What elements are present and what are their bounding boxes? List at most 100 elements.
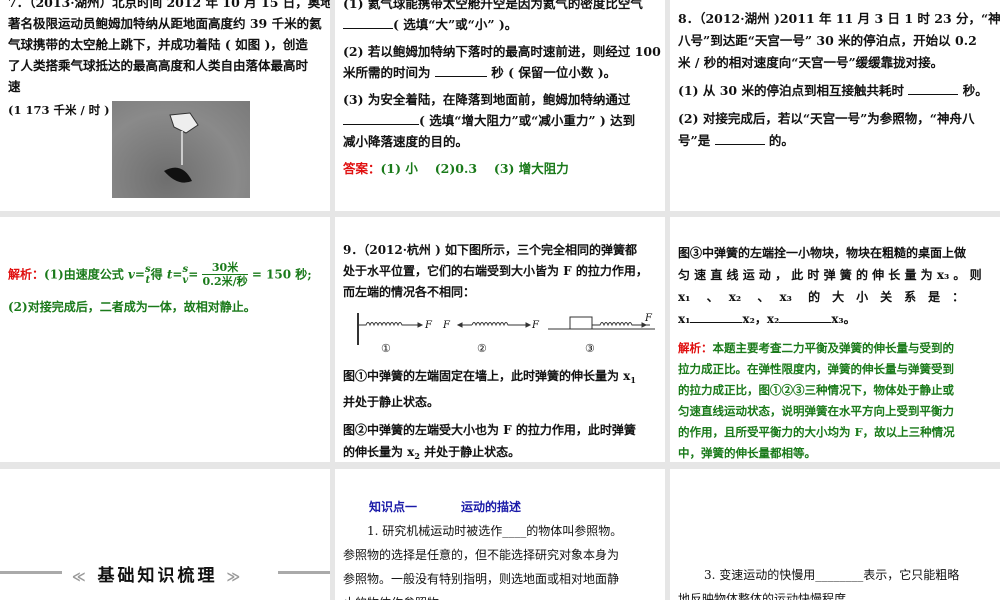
answer-blank[interactable]: [690, 311, 743, 323]
text-line: 图③中弹簧的左端拴一小物块，物块在粗糙的桌面上做: [678, 246, 967, 260]
analysis-text: 解析：本题主要考查二力平衡及弹簧的伸长量与受到的 拉力成正比。在弹性限度内，弹簧…: [678, 338, 955, 462]
num: 30米: [211, 261, 239, 274]
text: x₂，x₂: [742, 312, 780, 326]
text-line: 处于水平位置，它们的右端受到大小皆为 F 的拉力作用，: [343, 264, 648, 278]
text-line: x₁ 、 x₂ 、 x₃ 的 大 小 关 系 是 ：: [678, 290, 965, 304]
force-label: F: [425, 320, 432, 331]
text-line: 参照物。一般没有特别指明，则选地面或相对地面静: [343, 572, 620, 586]
text-line: 解析：本题主要考查二力平衡及弹簧的伸长量与受到的: [678, 338, 955, 359]
chevron-right-icon: ≫: [226, 570, 244, 585]
q8-text: 8．（2012·湖州 )2011 年 11 月 3 日 1 时 23 分，“神舟…: [678, 8, 1000, 152]
text: =: [188, 267, 199, 282]
knowledge-heading: 知识点一 运动的描述: [369, 497, 521, 518]
q9-text: 9．（2012·杭州 ) 如下图所示，三个完全相同的弹簧都 处于水平位置，它们的…: [343, 240, 648, 303]
slide-q9-analysis[interactable]: 图③中弹簧的左端拴一小物块，物块在粗糙的桌面上做 匀 速 直 线 运 动 ， 此…: [670, 217, 1000, 462]
heading-number: 知识点一: [369, 500, 418, 514]
text: 的伸长量为 x: [343, 445, 415, 459]
text-line: 中，弹簧的伸长量都相等。: [678, 446, 816, 460]
text-line: 的伸长量为 x2 并处于静止状态。: [343, 441, 636, 462]
parachute-photo: [112, 101, 250, 198]
text-line: 匀速直线运动状态，说明弹簧在水平方向上受到平衡力: [678, 404, 954, 418]
text-line: 地反映物体整体的运动快慢程度。: [678, 592, 859, 600]
text: ( 选填“增大阻力”或“减小重力” ) 达到: [419, 113, 636, 128]
text: 本题主要考查二力平衡及弹簧的伸长量与受到的: [712, 341, 955, 355]
text-line: 8．（2012·湖州 )2011 年 11 月 3 日 1 时 23 分，“神舟: [678, 11, 1000, 26]
answer-blank[interactable]: [714, 133, 765, 145]
text: (1)由速度公式: [44, 267, 124, 282]
answer-blank[interactable]: [908, 83, 959, 95]
figure-label: ①: [381, 342, 391, 355]
fraction-value: 30米 0.2米/秒: [202, 261, 248, 289]
slide-q8-analysis[interactable]: 解析：(1)由速度公式 v=s t得 t=s v= 30米 0.2米/秒 = 150 …: [0, 217, 330, 462]
text-line: 减小降落速度的目的。: [343, 134, 469, 149]
analysis-label: 解析：: [678, 341, 713, 355]
slide-knowledge-3[interactable]: 3. 变速运动的快慢用________表示，它只能粗略 地反映物体整体的运动快慢…: [670, 469, 1000, 600]
text-line: (1) 从 30 米的停泊点到相互接触共耗时 秒。: [678, 80, 1000, 102]
force-label: F: [532, 320, 539, 331]
text-line: 号”是 的。: [678, 130, 1000, 152]
text: x₁: [678, 312, 691, 326]
title-text: 基础知识梳理: [97, 566, 218, 586]
answer-line: 答案：(1) 小 (2)0.3 (3) 增大阻力: [343, 158, 661, 179]
text-line: 拉力成正比。在弹性限度内，弹簧的伸长量与弹簧受到: [678, 362, 954, 376]
den: t: [145, 275, 151, 286]
text-line: 3. 变速运动的快慢用________表示，它只能粗略: [704, 568, 960, 582]
text-line: 著名极限运动员鲍姆加特纳从距地面高度约 39 千米的氦: [8, 16, 322, 31]
subscript: 1: [630, 375, 636, 385]
analysis-line: (2)对接完成后，二者成为一体，故相对静止。: [8, 300, 256, 314]
text: 秒。: [962, 83, 988, 98]
text-line: (1) 氦气球能携带太空舱升空是因为氦气的密度比空气: [343, 0, 643, 11]
slide-knowledge-1[interactable]: 知识点一 运动的描述 1. 研究机械运动时被选作____的物体叫参照物。 参照物的…: [335, 469, 665, 600]
divider-left: [0, 571, 62, 574]
knowledge-text: 1. 研究机械运动时被选作____的物体叫参照物。 参照物的选择是任意的，但不能…: [343, 519, 622, 600]
text-line: (3) 为安全着陆，在降落到地面前，鲍姆加特纳通过: [343, 92, 631, 107]
text-line: 1. 研究机械运动时被选作____的物体叫参照物。: [367, 524, 623, 538]
answer-blank[interactable]: [434, 65, 487, 77]
text: 图①中弹簧的左端固定在墙上，此时弹簧的伸长量为 x: [343, 369, 631, 383]
q9-figure-text: 图①中弹簧的左端固定在墙上，此时弹簧的伸长量为 x1 并处于静止状态。 图②中弹…: [343, 365, 636, 462]
force-label: F: [443, 320, 450, 331]
text: ( 选填“大”或“小” )。: [393, 17, 518, 32]
text: 得: [150, 267, 163, 282]
text: x₃。: [831, 312, 856, 326]
text-line: 7．（2013·湖州）北京时间 2012 年 10 月 15 日，奥地利: [8, 0, 330, 10]
text-line: 了人类搭乘气球抵达的最高高度和人类自由落体最高时: [8, 58, 309, 73]
analysis-label: 解析：: [8, 267, 45, 282]
text: 米所需的时间为: [343, 65, 431, 80]
slide-q8[interactable]: 8．（2012·湖州 )2011 年 11 月 3 日 1 时 23 分，“神舟…: [670, 0, 1000, 211]
slide-q7[interactable]: 7．（2013·湖州）北京时间 2012 年 10 月 15 日，奥地利 著名极…: [0, 0, 330, 211]
text-line: (2) 若以鲍姆加特纳下落时的最高时速前进，则经过 100: [343, 44, 661, 59]
chevron-left-icon: ≪: [72, 570, 89, 585]
text-line: 八号”到达距“天宫一号” 30 米的停泊点，开始以 0.2: [678, 33, 977, 48]
text: (1) 从 30 米的停泊点到相互接触共耗时: [678, 83, 904, 98]
text: =: [134, 267, 145, 282]
slide-section-title[interactable]: ≪ 基础知识梳理 ≫: [0, 469, 330, 600]
slide-q7-parts[interactable]: (1) 氦气球能携带太空舱升空是因为氦气的密度比空气 ( 选填“大”或“小” )…: [335, 0, 665, 211]
var-v: v: [127, 267, 135, 282]
answer-blank[interactable]: [343, 17, 393, 29]
text-line: ( 选填“增大阻力”或“减小重力” ) 达到: [343, 110, 661, 131]
heading-title: 运动的描述: [461, 500, 522, 514]
answer: (3) 增大阻力: [493, 161, 569, 176]
text-line: 并处于静止状态。: [343, 395, 440, 409]
text-line: 匀 速 直 线 运 动 ， 此 时 弹 簧 的 伸 长 量 为 x₃ 。 则: [678, 268, 982, 282]
answer-label: 答案：: [343, 161, 381, 176]
text: 号”是: [678, 133, 711, 148]
text-line: 图②中弹簧的左端受大小也为 F 的拉力作用，此时弹簧: [343, 423, 636, 437]
answer: (1) 小: [380, 161, 418, 176]
slide-q9[interactable]: 9．（2012·杭州 ) 如下图所示，三个完全相同的弹簧都 处于水平位置，它们的…: [335, 217, 665, 462]
text-line: ( 选填“大”或“小” )。: [343, 14, 661, 35]
text-line: 止的物体作参照物。: [343, 591, 622, 600]
q7-text: 7．（2013·湖州）北京时间 2012 年 10 月 15 日，奥地利 著名极…: [8, 0, 330, 97]
text-line: 米 / 秒的相对速度向“天宫一号”缓缓靠拢对接。: [678, 55, 944, 70]
knowledge-text: 3. 变速运动的快慢用________表示，它只能粗略 地反映物体整体的运动快慢…: [678, 563, 959, 600]
text-line: 的拉力成正比，图①②③三种情况下，物体处于静止或: [678, 383, 954, 397]
text-line: 9．（2012·杭州 ) 如下图所示，三个完全相同的弹簧都: [343, 243, 637, 257]
answer-blank[interactable]: [343, 113, 419, 125]
answer-blank[interactable]: [779, 311, 832, 323]
text-line: (2) 对接完成后，若以“天宫一号”为参照物，“神舟八: [678, 111, 975, 126]
text-line: 参照物的选择是任意的，但不能选择研究对象本身为: [343, 548, 620, 562]
text-line: x₁ x₂，x₂ x₃。: [678, 308, 982, 330]
text: 的。: [768, 133, 794, 148]
text: =: [172, 267, 183, 282]
